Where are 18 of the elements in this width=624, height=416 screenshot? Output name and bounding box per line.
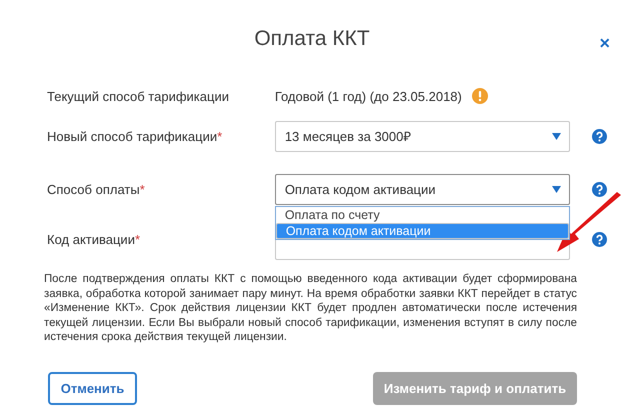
help-icon[interactable] bbox=[592, 128, 607, 144]
close-icon[interactable]: × bbox=[599, 33, 610, 53]
field-label: Способ оплаты* bbox=[47, 182, 145, 196]
caret-icon bbox=[552, 186, 562, 192]
field-label: Код активации* bbox=[47, 232, 140, 246]
dropdown-option[interactable]: Оплата по счету bbox=[276, 206, 570, 222]
current-plan-text: Годовой (1 год) (до 23.05.2018) bbox=[274, 88, 462, 104]
dialog-title: Оплата ККТ bbox=[254, 26, 370, 52]
field-label: Новый способ тарификации* bbox=[47, 128, 222, 144]
info-paragraph: После подтверждения оплаты ККТ с помощью введенного кода активации будет сформирована заявка, обработка которой занимает пару минут. На время обработки заявки ККТ перейдет в статус «Изменение ККТ». Срок действия лицензии ККТ будет продлен автоматически после истечения текущей лицензии. Если Вы выбрали новый способ тарификации, изменения вступят в силу после истечения срока действия текущей лицензии. bbox=[44, 272, 577, 344]
caret-icon bbox=[552, 132, 562, 140]
field-label: Текущий способ тарификации bbox=[47, 88, 229, 104]
help-icon[interactable] bbox=[592, 182, 607, 196]
dropdown-option[interactable]: Оплата кодом активации bbox=[276, 222, 570, 238]
help-icon[interactable] bbox=[592, 232, 607, 246]
cancel-button[interactable]: Отменить bbox=[48, 372, 137, 404]
select-field[interactable]: 13 месяцев за 3000₽ bbox=[274, 120, 570, 152]
select-field[interactable]: Оплата кодом активации bbox=[274, 174, 570, 204]
